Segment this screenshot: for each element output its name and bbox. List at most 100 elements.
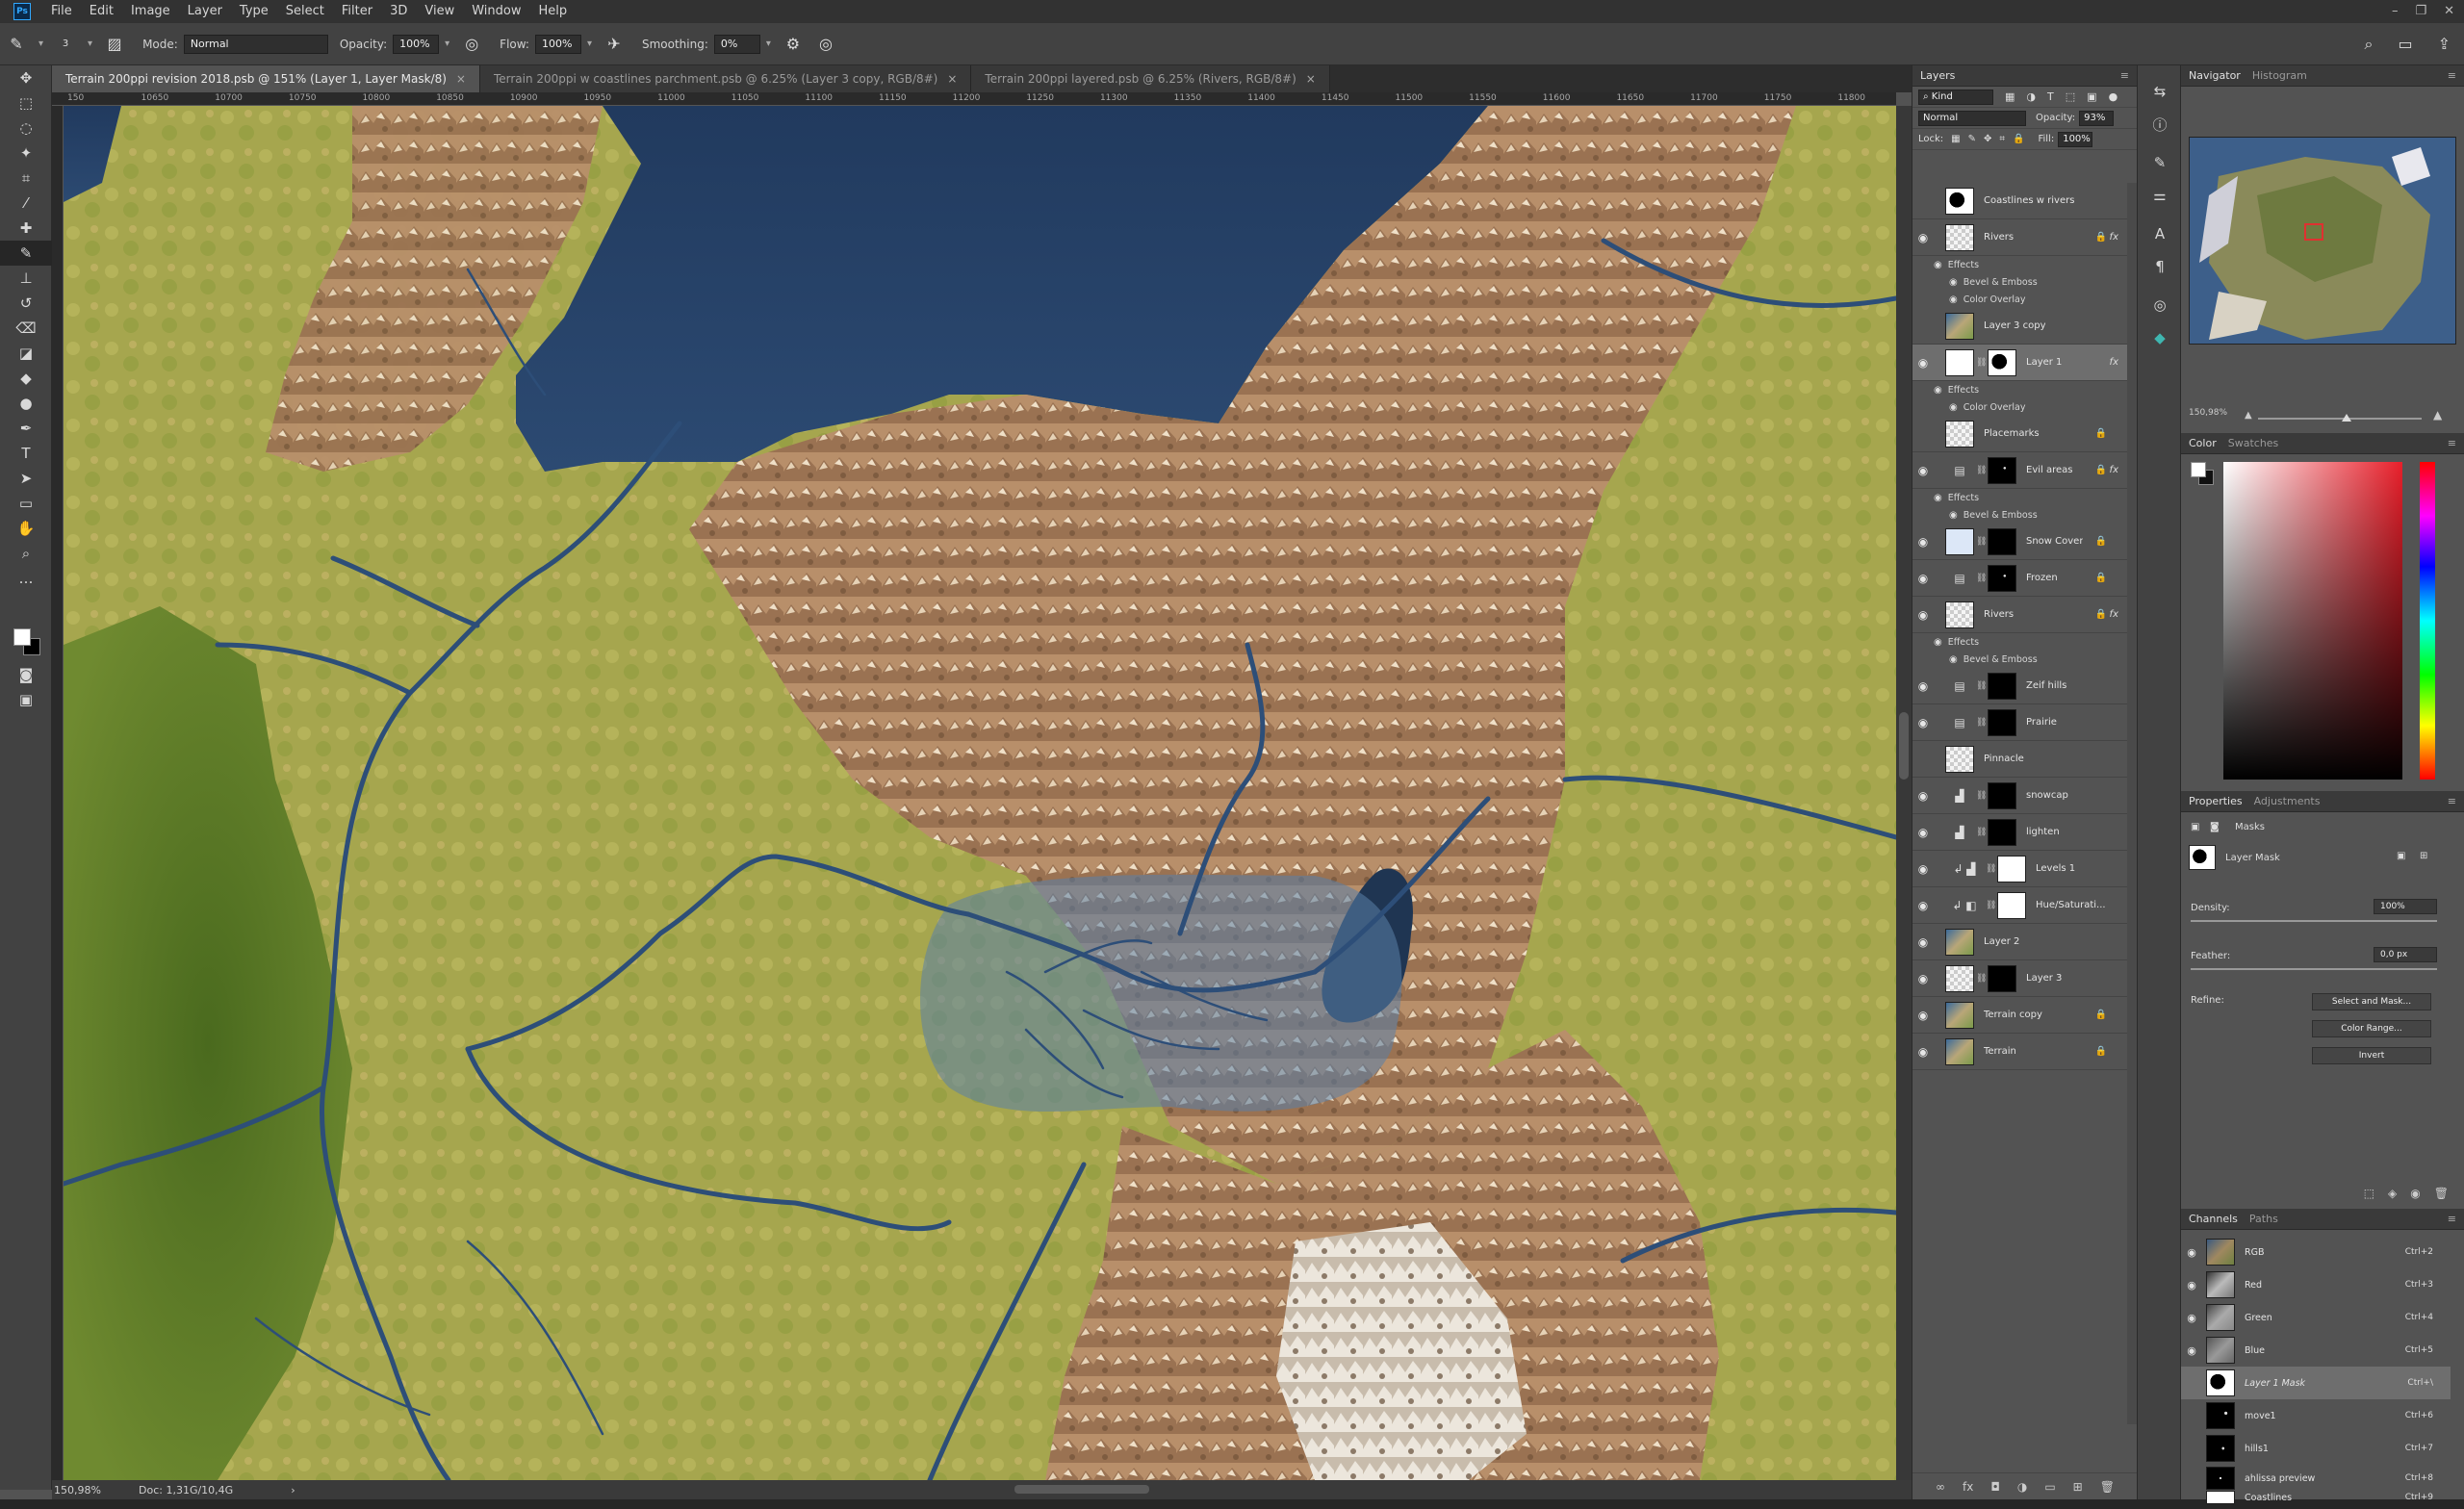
- visibility-eye-icon[interactable]: ◉: [1912, 716, 1934, 729]
- layer-mask-thumbnail[interactable]: [1988, 818, 2016, 846]
- fill-field[interactable]: 100%: [2058, 131, 2093, 147]
- quick-mask-icon[interactable]: ◙: [0, 662, 52, 687]
- search-icon[interactable]: ⌕: [2365, 35, 2374, 54]
- add-style-icon[interactable]: fx: [1963, 1480, 1973, 1494]
- vector-mask-icon[interactable]: ◙: [2210, 822, 2220, 832]
- effect-eye-icon[interactable]: ◉: [1934, 493, 1942, 503]
- brush-tool-icon[interactable]: ✎: [6, 34, 27, 55]
- layer-row[interactable]: ◉ ⛓ Snow Cover 🔒: [1912, 524, 2128, 560]
- scrollbar-thumb[interactable]: [1899, 712, 1909, 780]
- density-field[interactable]: 100%: [2374, 899, 2437, 914]
- magic-wand-tool-icon[interactable]: ✦: [0, 141, 52, 166]
- layer-row[interactable]: ◉ ▤ ⛓ Zeif hills: [1912, 668, 2128, 704]
- smoothing-caret[interactable]: ▾: [766, 38, 771, 49]
- visibility-eye-icon[interactable]: ◉: [1912, 789, 1934, 803]
- visibility-eye-icon[interactable]: ◉: [1912, 753, 1934, 766]
- crop-tool-icon[interactable]: ⌗: [0, 166, 52, 191]
- layer-mask-thumbnail[interactable]: [1988, 708, 2016, 736]
- layer-mask-thumbnail[interactable]: [1997, 891, 2026, 919]
- tab-document-1[interactable]: Terrain 200ppi revision 2018.psb @ 151% …: [52, 65, 480, 92]
- visibility-eye-icon[interactable]: ◉: [1912, 826, 1934, 839]
- new-layer-icon[interactable]: ⊞: [2073, 1480, 2083, 1494]
- fx-icon[interactable]: fx: [2110, 465, 2118, 475]
- visibility-eye-icon[interactable]: ◉: [1912, 356, 1934, 370]
- tab-document-2[interactable]: Terrain 200ppi w coastlines parchment.ps…: [479, 65, 972, 92]
- link-icon[interactable]: ⛓: [1976, 358, 1987, 368]
- smart-object-filter-icon[interactable]: ▣: [2087, 90, 2096, 103]
- workspace-icon[interactable]: ▭: [2398, 35, 2412, 54]
- visibility-eye-icon[interactable]: ◉: [2181, 1377, 2202, 1390]
- close-icon[interactable]: ×: [456, 72, 466, 86]
- layer-effect-row[interactable]: ◉ Effects: [1912, 489, 2128, 506]
- effect-eye-icon[interactable]: ◉: [1949, 402, 1958, 413]
- pressure-opacity-icon[interactable]: ◎: [461, 34, 482, 55]
- eraser-tool-icon[interactable]: ⌫: [0, 316, 52, 341]
- link-icon[interactable]: ⛓: [1986, 864, 1996, 874]
- eyedropper-tool-icon[interactable]: ⁄: [0, 191, 52, 216]
- link-icon[interactable]: ⛓: [1976, 681, 1987, 691]
- layer-row[interactable]: ◉ Pinnacle: [1912, 741, 2128, 778]
- tab-color[interactable]: Color: [2189, 437, 2228, 449]
- effect-eye-icon[interactable]: ◉: [1934, 260, 1942, 270]
- density-slider[interactable]: [2191, 920, 2437, 922]
- airbrush-icon[interactable]: ✈: [603, 34, 625, 55]
- type-tool-icon[interactable]: T: [0, 441, 52, 466]
- channel-row[interactable]: ◉ Coastlines Ctrl+9: [2181, 1490, 2451, 1505]
- link-icon[interactable]: ⛓: [1976, 574, 1987, 583]
- select-and-mask-button[interactable]: Select and Mask...: [2312, 993, 2431, 1010]
- tab-layers[interactable]: Layers: [1920, 69, 1966, 82]
- link-icon[interactable]: ⛓: [1986, 901, 1996, 910]
- fx-icon[interactable]: fx: [2110, 609, 2118, 620]
- layer-row[interactable]: ◉ ↲ ▟ ⛓ Levels 1: [1912, 851, 2128, 887]
- minimize-button[interactable]: –: [2392, 0, 2399, 23]
- link-icon[interactable]: ⛓: [1976, 791, 1987, 801]
- menu-file[interactable]: File: [42, 0, 81, 23]
- pixel-mask-icon[interactable]: ▣: [2191, 822, 2199, 832]
- layer-row[interactable]: ◉ ▤ ⛓ Evil areas 🔒 fx: [1912, 452, 2128, 489]
- navigator-preview[interactable]: [2189, 137, 2456, 345]
- lock-icons[interactable]: ▦✎✥⌗🔒: [1951, 134, 2032, 144]
- healing-tool-icon[interactable]: ✚: [0, 216, 52, 241]
- delete-mask-icon[interactable]: 🗑: [2434, 1187, 2449, 1200]
- layer-mask-thumbnail[interactable]: [1988, 527, 2016, 555]
- visibility-eye-icon[interactable]: ◉: [1912, 464, 1934, 477]
- layer-mask-thumbnail[interactable]: [1988, 964, 2016, 992]
- tab-swatches[interactable]: Swatches: [2228, 437, 2291, 449]
- layer-row[interactable]: ◉ Placemarks 🔒: [1912, 416, 2128, 452]
- zoom-out-icon[interactable]: ▲: [2245, 410, 2252, 421]
- link-layers-icon[interactable]: ∞: [1936, 1480, 1945, 1494]
- layer-row[interactable]: ◉ Coastlines w rivers: [1912, 183, 2128, 219]
- panel-menu-icon[interactable]: ≡: [2448, 795, 2456, 807]
- panel-menu-icon[interactable]: ≡: [2120, 69, 2129, 82]
- visibility-eye-icon[interactable]: ◉: [1912, 231, 1934, 244]
- color-picker-field[interactable]: [2223, 462, 2402, 780]
- menu-layer[interactable]: Layer: [179, 0, 231, 23]
- marquee-tool-icon[interactable]: ⬚: [0, 90, 52, 115]
- pen-tool-icon[interactable]: ✒: [0, 416, 52, 441]
- tool-preset-caret[interactable]: ▾: [38, 38, 43, 49]
- layer-row-selected[interactable]: ◉ ⛓ Layer 1 fx: [1912, 345, 2128, 381]
- invert-button[interactable]: Invert: [2312, 1047, 2431, 1064]
- brush-settings-panel-icon[interactable]: ⚌: [2138, 179, 2182, 212]
- info-panel-icon[interactable]: ⓘ: [2138, 108, 2182, 141]
- menu-edit[interactable]: Edit: [81, 0, 122, 23]
- feather-slider[interactable]: [2191, 968, 2437, 970]
- visibility-eye-icon[interactable]: ◉: [2181, 1472, 2202, 1485]
- layer-row[interactable]: ◉ ⛓ Layer 3: [1912, 960, 2128, 997]
- link-icon[interactable]: ⛓: [1976, 974, 1987, 984]
- layer-row[interactable]: ◉ ▟ ⛓ lighten: [1912, 814, 2128, 851]
- menu-type[interactable]: Type: [231, 0, 277, 23]
- layer-effect-row[interactable]: ◉ Effects: [1912, 633, 2128, 651]
- share-icon[interactable]: ⇪: [2438, 35, 2451, 54]
- rectangle-tool-icon[interactable]: ▭: [0, 491, 52, 516]
- zoom-level[interactable]: 150,98%: [52, 1484, 129, 1496]
- menu-window[interactable]: Window: [463, 0, 529, 23]
- link-icon[interactable]: ⛓: [1976, 718, 1987, 728]
- new-adjustment-icon[interactable]: ◑: [2017, 1480, 2027, 1494]
- flow-field[interactable]: 100%: [534, 34, 581, 54]
- layer-row[interactable]: ◉ Rivers 🔒 fx: [1912, 597, 2128, 633]
- visibility-eye-icon[interactable]: ◉: [1912, 572, 1934, 585]
- layer-row[interactable]: ◉ Layer 2: [1912, 924, 2128, 960]
- tab-navigator[interactable]: Navigator: [2189, 69, 2252, 82]
- layer-effect-row[interactable]: ◉ Color Overlay: [1912, 398, 2128, 416]
